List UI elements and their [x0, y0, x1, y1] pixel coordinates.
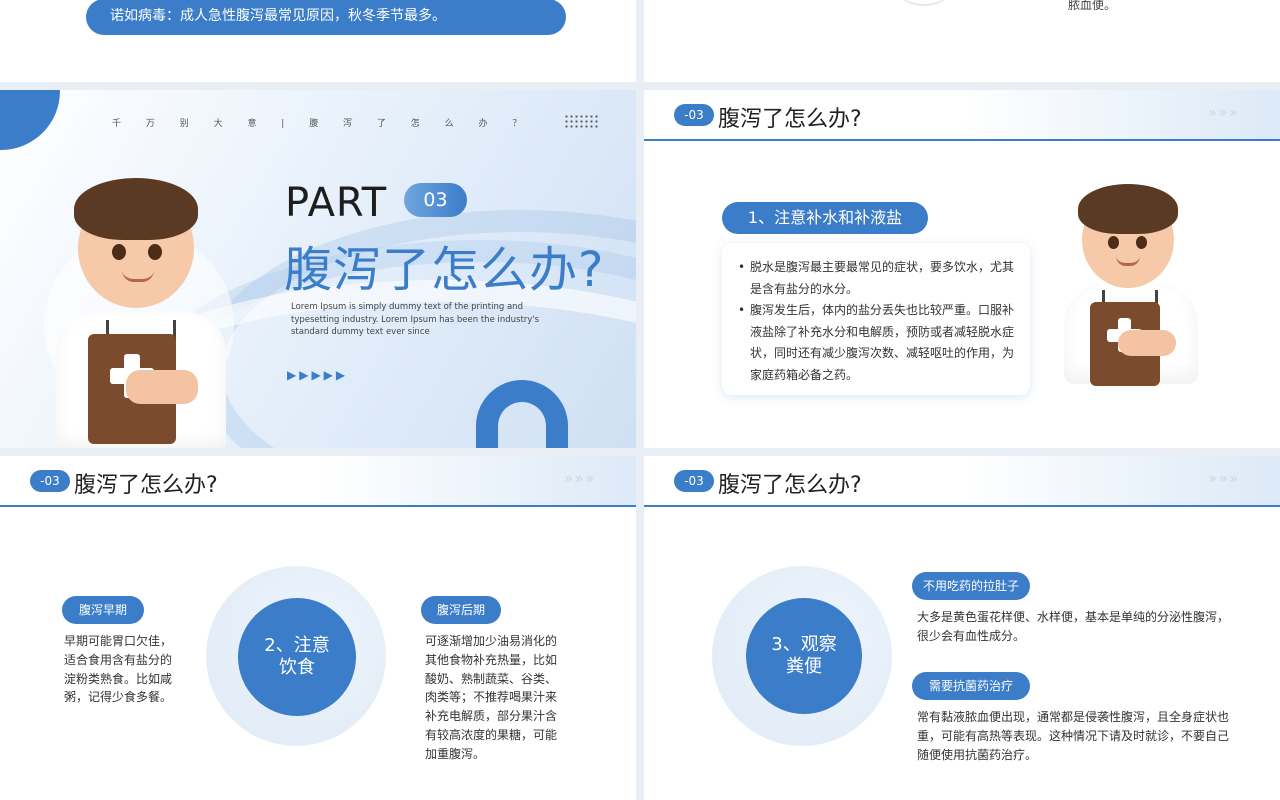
decor-arc [884, 0, 964, 6]
section-title: 腹泻了怎么办? [718, 107, 862, 132]
antibiotic-chip: 需要抗菌药治疗 [912, 672, 1030, 700]
hydration-card: 脱水是腹泻最主要最常见的症状，要多饮水，尤其是含有盐分的水分。 腹泻发生后，体内… [722, 243, 1030, 395]
doctor-hair [1078, 184, 1178, 234]
doctor-hair [74, 178, 198, 240]
section-header: -03 腹泻了怎么办? »»» [644, 456, 1280, 507]
cover-description: Lorem Ipsum is simply dummy text of the … [291, 302, 540, 337]
cover-part-number: 03 [404, 183, 467, 217]
cover-topnav: 千 万 别 大 意 | 腹 泻 了 怎 么 办 ？ [112, 119, 533, 129]
slide-diet[interactable]: -03 腹泻了怎么办? »»» 腹泻早期 早期可能胃口欠佳，适合食用含有盐分的淀… [0, 456, 636, 800]
arrows-icon: ▶▶▶▶▶ [287, 368, 349, 382]
cover-title: 腹泻了怎么办? [284, 242, 605, 298]
doctor-eye [112, 244, 126, 260]
no-medicine-chip: 不用吃药的拉肚子 [912, 572, 1030, 600]
no-medicine-text: 大多是黄色蛋花样便、水样便，基本是单纯的分泌性腹泻，很少会有血性成分。 [917, 610, 1230, 643]
section-header: -03 腹泻了怎么办? »»» [0, 456, 636, 507]
late-stage-chip: 腹泻后期 [421, 596, 501, 624]
diet-circle: 2、注意 饮食 [238, 598, 356, 716]
slide-cover[interactable]: 千 万 别 大 意 | 腹 泻 了 怎 么 办 ？ PART 03 腹泻了怎么办… [0, 90, 636, 448]
doctor-hands [1118, 330, 1176, 356]
stool-circle-label: 3、观察 粪便 [771, 634, 837, 677]
cover-part-label: PART [285, 180, 388, 226]
doctor-hands [126, 370, 198, 404]
slide-top-left[interactable]: 诺如病毒：成人急性腹泻最常见原因，秋冬季节最多。 [0, 0, 636, 82]
hydration-bullet: 脱水是腹泻最主要最常见的症状，要多饮水，尤其是含有盐分的水分。 [738, 257, 1014, 300]
doctor-eye [1108, 236, 1119, 249]
early-stage-text: 早期可能胃口欠佳，适合食用含有盐分的淀粉类熟食。比如咸粥，记得少食多餐。 [64, 634, 173, 705]
virus-note-pill: 诺如病毒：成人急性腹泻最常见原因，秋冬季节最多。 [86, 0, 566, 35]
doctor-eye [1136, 236, 1147, 249]
stool-circle: 3、观察 粪便 [746, 598, 862, 714]
section-title: 腹泻了怎么办? [74, 473, 218, 498]
early-stage-chip: 腹泻早期 [62, 596, 144, 624]
chevrons-icon: »»» [564, 471, 596, 487]
doctor-eye [148, 244, 162, 260]
chevrons-icon: »»» [1208, 471, 1240, 487]
dot-grid-icon [564, 114, 600, 130]
antibiotic-text: 常有黏液脓血便出现，通常都是侵袭性腹泻，且全身症状也重，可能有高热等表现。这种情… [917, 710, 1230, 762]
diet-circle-label: 2、注意 饮食 [264, 635, 330, 678]
decor-corner-circle [0, 90, 60, 150]
section-title: 腹泻了怎么办? [718, 473, 862, 498]
stool-note-text: 脓血便。 [1068, 0, 1117, 12]
chevrons-icon: »»» [1208, 105, 1240, 121]
section-header: -03 腹泻了怎么办? »»» [644, 90, 1280, 141]
hydration-bullet: 腹泻发生后，体内的盐分丢失也比较严重。口服补液盐除了补充水分和电解质，预防或者减… [738, 300, 1014, 386]
slide-top-right[interactable]: 脓血便。 [644, 0, 1280, 82]
section-number-badge: -03 [674, 104, 714, 126]
doctor-illustration [40, 170, 250, 448]
late-stage-text: 可逐渐增加少油易消化的其他食物补充热量，比如酸奶、熟制蔬菜、谷类、肉类等；不推荐… [425, 634, 558, 761]
slide-stool[interactable]: -03 腹泻了怎么办? »»» 3、观察 粪便 不用吃药的拉肚子 大多是黄色蛋花… [644, 456, 1280, 800]
section-number-badge: -03 [30, 470, 70, 492]
doctor-illustration [1056, 180, 1206, 390]
slide-hydration[interactable]: -03 腹泻了怎么办? »»» 1、注意补水和补液盐 脱水是腹泻最主要最常见的症… [644, 90, 1280, 448]
section-number-badge: -03 [674, 470, 714, 492]
hydration-tag: 1、注意补水和补液盐 [722, 202, 928, 234]
